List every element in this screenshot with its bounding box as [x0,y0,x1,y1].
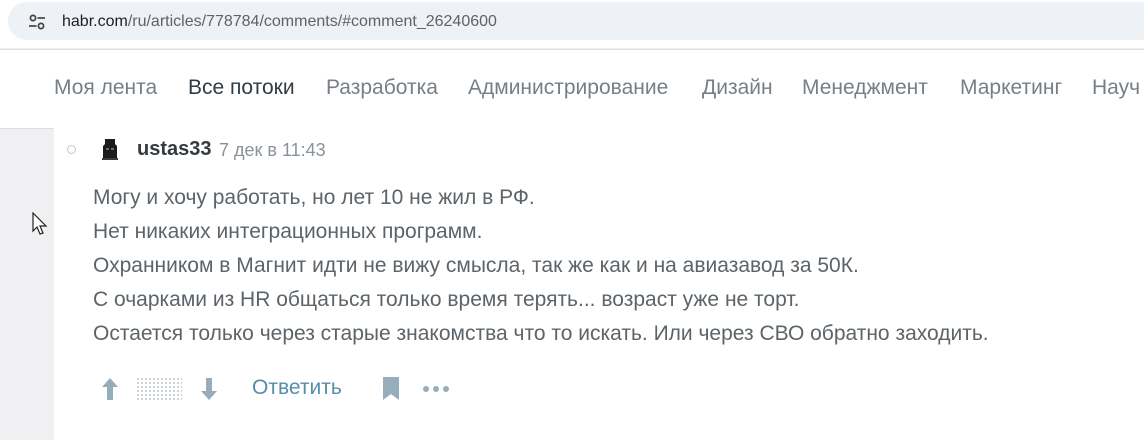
comment-line: Остается только через старые знакомства … [93,322,989,345]
more-icon[interactable] [422,380,450,398]
mouse-pointer-icon [32,212,48,235]
bookmark-icon[interactable] [382,376,400,401]
address-bar[interactable]: habr.com/ru/articles/778784/comments/#co… [8,2,1144,40]
nav-item-all-streams[interactable]: Все потоки [188,76,295,100]
thread-bullet [67,145,76,154]
nav-item-science[interactable]: Науч [1092,76,1140,100]
hubs-nav: Моя лента Все потоки Разработка Админист… [0,49,1144,129]
nav-item-development[interactable]: Разработка [326,76,438,100]
url-host: habr.com [62,13,128,30]
nav-item-marketing[interactable]: Маркетинг [960,76,1062,100]
tune-icon[interactable] [28,13,46,31]
nav-item-administration[interactable]: Администрирование [468,76,668,100]
comment-text: Могу и хочу работать, но лет 10 не жил в… [93,181,1133,351]
comment-line: Нет никаких интеграционных программ. [93,220,483,243]
reply-button[interactable]: Ответить [252,376,342,400]
browser-toolbar: habr.com/ru/articles/778784/comments/#co… [0,0,1144,48]
avatar[interactable] [97,136,123,162]
nav-item-management[interactable]: Менеджмент [802,76,928,100]
comment-line: Охранником в Магнит идти не вижу смысла,… [93,254,859,277]
comment-timestamp[interactable]: 7 дек в 11:43 [219,140,326,161]
nav-item-my-feed[interactable]: Моя лента [54,76,157,100]
url-path: /ru/articles/778784/comments/#comment_26… [127,13,497,30]
url-text[interactable]: habr.com/ru/articles/778784/comments/#co… [62,13,497,31]
comment-line: Могу и хочу работать, но лет 10 не жил в… [93,186,535,209]
arrow-up-icon[interactable] [99,376,121,402]
arrow-down-icon[interactable] [198,376,220,402]
comment-username[interactable]: ustas33 [137,138,212,161]
nav-item-design[interactable]: Дизайн [702,76,773,100]
comment-line: С очарками из HR общаться только время т… [93,288,800,311]
score-placeholder [136,377,182,401]
